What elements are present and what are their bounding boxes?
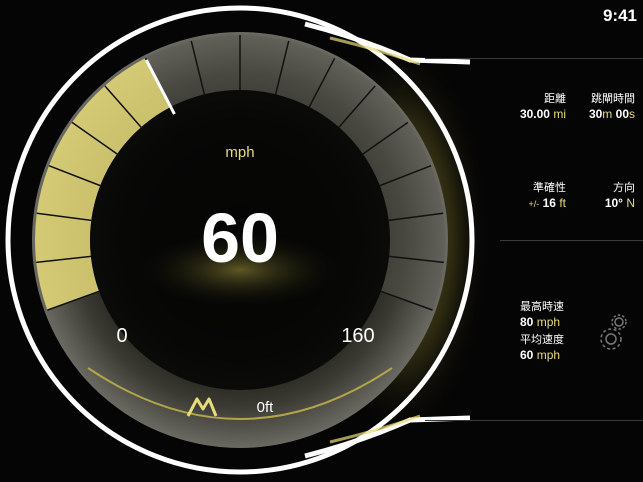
top-speed-label: 最高時速 (520, 301, 564, 313)
panel-divider-bottom (425, 420, 643, 421)
status-time: 9:41 (602, 6, 637, 25)
avg-speed-value: 60 (520, 348, 534, 362)
trip-time-label: 跳閘時間 (591, 93, 635, 105)
trip-time-minutes: 30 (588, 107, 603, 121)
heading-label: 方向 (613, 182, 635, 194)
distance-value: 30.00 (519, 107, 550, 121)
top-speed-value: 80 (520, 315, 534, 329)
min-label: 0 (116, 325, 127, 347)
avg-speed-label: 平均速度 (520, 334, 564, 346)
arc-segment (34, 213, 92, 263)
altitude-value: 0ft (257, 399, 275, 416)
gear-icon[interactable] (597, 312, 631, 352)
avg-speed-unit: mph (536, 348, 561, 362)
speedometer-gauge: mph 60 0 160 0ft (5, 5, 490, 475)
top-speed-unit: mph (536, 315, 561, 329)
arc-segment (388, 213, 445, 263)
distance-stat: 距離 30.00 mi (520, 92, 566, 122)
trip-time-seconds-unit: s (629, 107, 635, 121)
avg-speed-stat: 平均速度 60 mph (520, 333, 564, 363)
top-speed-stat: 最高時速 80 mph (520, 300, 564, 330)
heading-unit: N (626, 196, 635, 210)
distance-label: 距離 (544, 93, 566, 105)
accuracy-label: 準確性 (533, 182, 566, 194)
max-label: 160 (341, 325, 374, 347)
accuracy-unit: ft (559, 196, 566, 210)
distance-unit: mi (553, 107, 566, 121)
accuracy-stat: 準確性 +/- 16 ft (529, 181, 566, 212)
heading-value: 10° (604, 196, 623, 210)
accuracy-value: 16 (542, 196, 556, 210)
trip-time-seconds: 00 (615, 107, 629, 121)
speed-value: 60 (201, 199, 279, 277)
trip-time-minutes-unit: m (602, 107, 613, 121)
unit-label: mph (225, 144, 254, 161)
trip-time-stat: 跳閘時間 30m 00s (589, 92, 635, 122)
heading-stat: 方向 10° N (605, 181, 635, 211)
accuracy-prefix: +/- (528, 199, 540, 209)
panel-divider-top (425, 58, 643, 59)
panel-divider-middle (500, 240, 643, 241)
